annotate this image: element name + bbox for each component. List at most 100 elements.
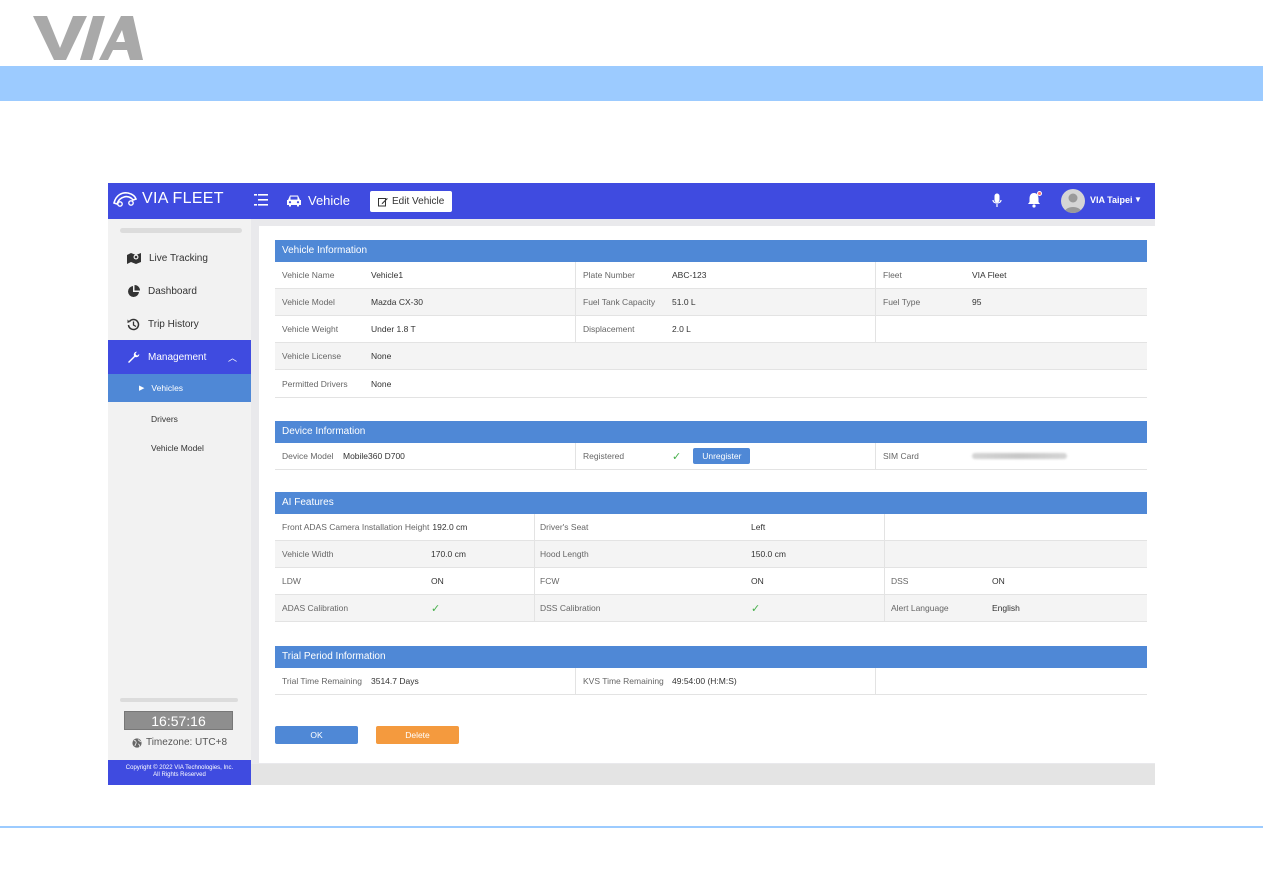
microphone-icon[interactable] (992, 193, 1002, 209)
delete-button[interactable]: Delete (376, 726, 459, 744)
field-value: ON (992, 576, 1005, 586)
edit-vehicle-button[interactable]: Edit Vehicle (370, 191, 453, 212)
field-label: Fuel Type (883, 297, 921, 307)
ok-button[interactable]: OK (275, 726, 358, 744)
table-row: Front ADAS Camera Installation Height 19… (275, 514, 1147, 541)
field-label: Displacement (583, 324, 635, 334)
info-cell: Displacement 2.0 L (576, 316, 876, 342)
field-value: 51.0 L (672, 297, 696, 307)
field-value: ABC-123 (672, 270, 707, 280)
info-cell: Front ADAS Camera Installation Height 19… (275, 514, 535, 540)
sidebar-item-label: Live Tracking (149, 252, 208, 264)
info-cell (876, 316, 1147, 342)
scrollbar[interactable] (120, 698, 238, 702)
section-header-trial-info: Trial Period Information (275, 646, 1147, 668)
sidebar-item-dashboard[interactable]: Dashboard (108, 276, 251, 306)
field-label: FCW (540, 576, 560, 586)
field-label: Alert Language (891, 603, 949, 613)
car-icon (287, 195, 301, 207)
table-row: Vehicle Width 170.0 cm Hood Length 150.0… (275, 541, 1147, 568)
brand[interactable]: VIA FLEET (112, 190, 224, 208)
history-icon (127, 318, 140, 330)
field-value: Under 1.8 T (371, 324, 416, 334)
field-label: Fleet (883, 270, 902, 280)
field-value: Vehicle1 (371, 270, 404, 280)
field-label: ADAS Calibration (282, 603, 349, 613)
info-cell: Vehicle Name Vehicle1 (275, 262, 576, 288)
info-cell: Registered ✓ Unregister (576, 443, 876, 469)
field-label: Registered (583, 451, 625, 461)
info-cell (876, 668, 1147, 694)
info-cell: DSS ON (885, 568, 1147, 594)
map-pin-icon (127, 253, 141, 264)
field-label: Vehicle Model (282, 297, 335, 307)
field-value: 49:54:00 (H:M:S) (672, 676, 737, 686)
info-cell: Vehicle Weight Under 1.8 T (275, 316, 576, 342)
field-label: Device Model (282, 451, 334, 461)
info-cell: Device Model Mobile360 D700 (275, 443, 576, 469)
field-label: KVS Time Remaining (583, 676, 664, 686)
sidebar-item-label: Trip History (148, 318, 199, 330)
check-icon: ✓ (672, 450, 682, 463)
document-page: VIA FLEET Vehicle Edit Vehicle VIA Taipe… (0, 0, 1263, 893)
top-navbar: VIA FLEET Vehicle Edit Vehicle VIA Taipe… (108, 183, 1155, 219)
info-cell: Driver's Seat Left (535, 514, 885, 540)
field-value: VIA Fleet (972, 270, 1007, 280)
table-row: Vehicle License None (275, 343, 1147, 370)
field-label: SIM Card (883, 451, 919, 461)
wrench-icon (128, 351, 140, 363)
field-label: Vehicle Width (282, 549, 334, 559)
table-row: Vehicle Model Mazda CX-30 Fuel Tank Capa… (275, 289, 1147, 316)
copyright-line: All Rights Reserved (153, 772, 206, 778)
table-row: LDW ON FCW ON DSS ON (275, 568, 1147, 595)
edit-icon (378, 197, 388, 206)
sidebar-subitem-vehicles[interactable]: ▶ Vehicles (108, 374, 251, 402)
section-header-device-info: Device Information (275, 421, 1147, 443)
avatar-icon[interactable] (1061, 189, 1085, 213)
field-value: 2.0 L (672, 324, 691, 334)
scrollbar[interactable] (120, 228, 242, 233)
section-header-vehicle-info: Vehicle Information (275, 240, 1147, 262)
info-cell: Vehicle Model Mazda CX-30 (275, 289, 576, 315)
field-value: 95 (972, 297, 982, 307)
field-value: Left (751, 522, 766, 532)
info-cell: Vehicle License None (275, 343, 1147, 369)
field-label: Front ADAS Camera Installation Height (282, 522, 430, 532)
info-cell: Fleet VIA Fleet (876, 262, 1147, 288)
info-cell: ADAS Calibration ✓ (275, 595, 535, 621)
sidebar-item-trip-history[interactable]: Trip History (108, 309, 251, 339)
info-cell: KVS Time Remaining 49:54:00 (H:M:S) (576, 668, 876, 694)
timezone: Timezone: UTC+8 (108, 737, 251, 748)
field-value: 3514.7 Days (371, 676, 419, 686)
field-value: 170.0 cm (431, 549, 466, 559)
page-title: Vehicle (308, 193, 350, 208)
info-cell: Hood Length 150.0 cm (535, 541, 885, 567)
footer-line (0, 826, 1263, 828)
user-name[interactable]: VIA Taipei (1090, 195, 1133, 205)
app-window: VIA FLEET Vehicle Edit Vehicle VIA Taipe… (108, 183, 1155, 785)
sidebar-subitem-vehicle-model[interactable]: Vehicle Model (108, 434, 251, 462)
edit-vehicle-label: Edit Vehicle (392, 196, 445, 207)
sidebar-item-live-tracking[interactable]: Live Tracking (108, 243, 251, 273)
field-value: Mazda CX-30 (371, 297, 423, 307)
field-label: Hood Length (540, 549, 589, 559)
field-label: Trial Time Remaining (282, 676, 362, 686)
sidebar-subitem-label: Vehicle Model (151, 443, 204, 453)
field-value: 192.0 cm (432, 522, 468, 532)
timezone-label: Timezone: UTC+8 (145, 737, 228, 748)
copyright: Copyright © 2022 VIA Technologies, Inc. … (108, 760, 251, 785)
sidebar-subitem-drivers[interactable]: Drivers (108, 405, 251, 433)
caret-right-icon: ▶ (139, 385, 145, 392)
caret-down-icon[interactable]: ▼ (1134, 195, 1142, 204)
info-cell: Permitted Drivers None (275, 371, 1147, 397)
field-label: Vehicle Name (282, 270, 335, 280)
field-value: None (371, 351, 392, 361)
sidebar-item-management[interactable]: Management ︿ (108, 340, 251, 374)
menu-icon[interactable] (254, 193, 268, 207)
horizontal-scrollbar[interactable] (251, 764, 1155, 785)
unregister-button[interactable]: Unregister (693, 448, 751, 464)
info-cell (885, 514, 1147, 540)
info-cell: Fuel Type 95 (876, 289, 1147, 315)
table-row: Device Model Mobile360 D700 Registered ✓… (275, 443, 1147, 470)
field-label: Plate Number (583, 270, 635, 280)
